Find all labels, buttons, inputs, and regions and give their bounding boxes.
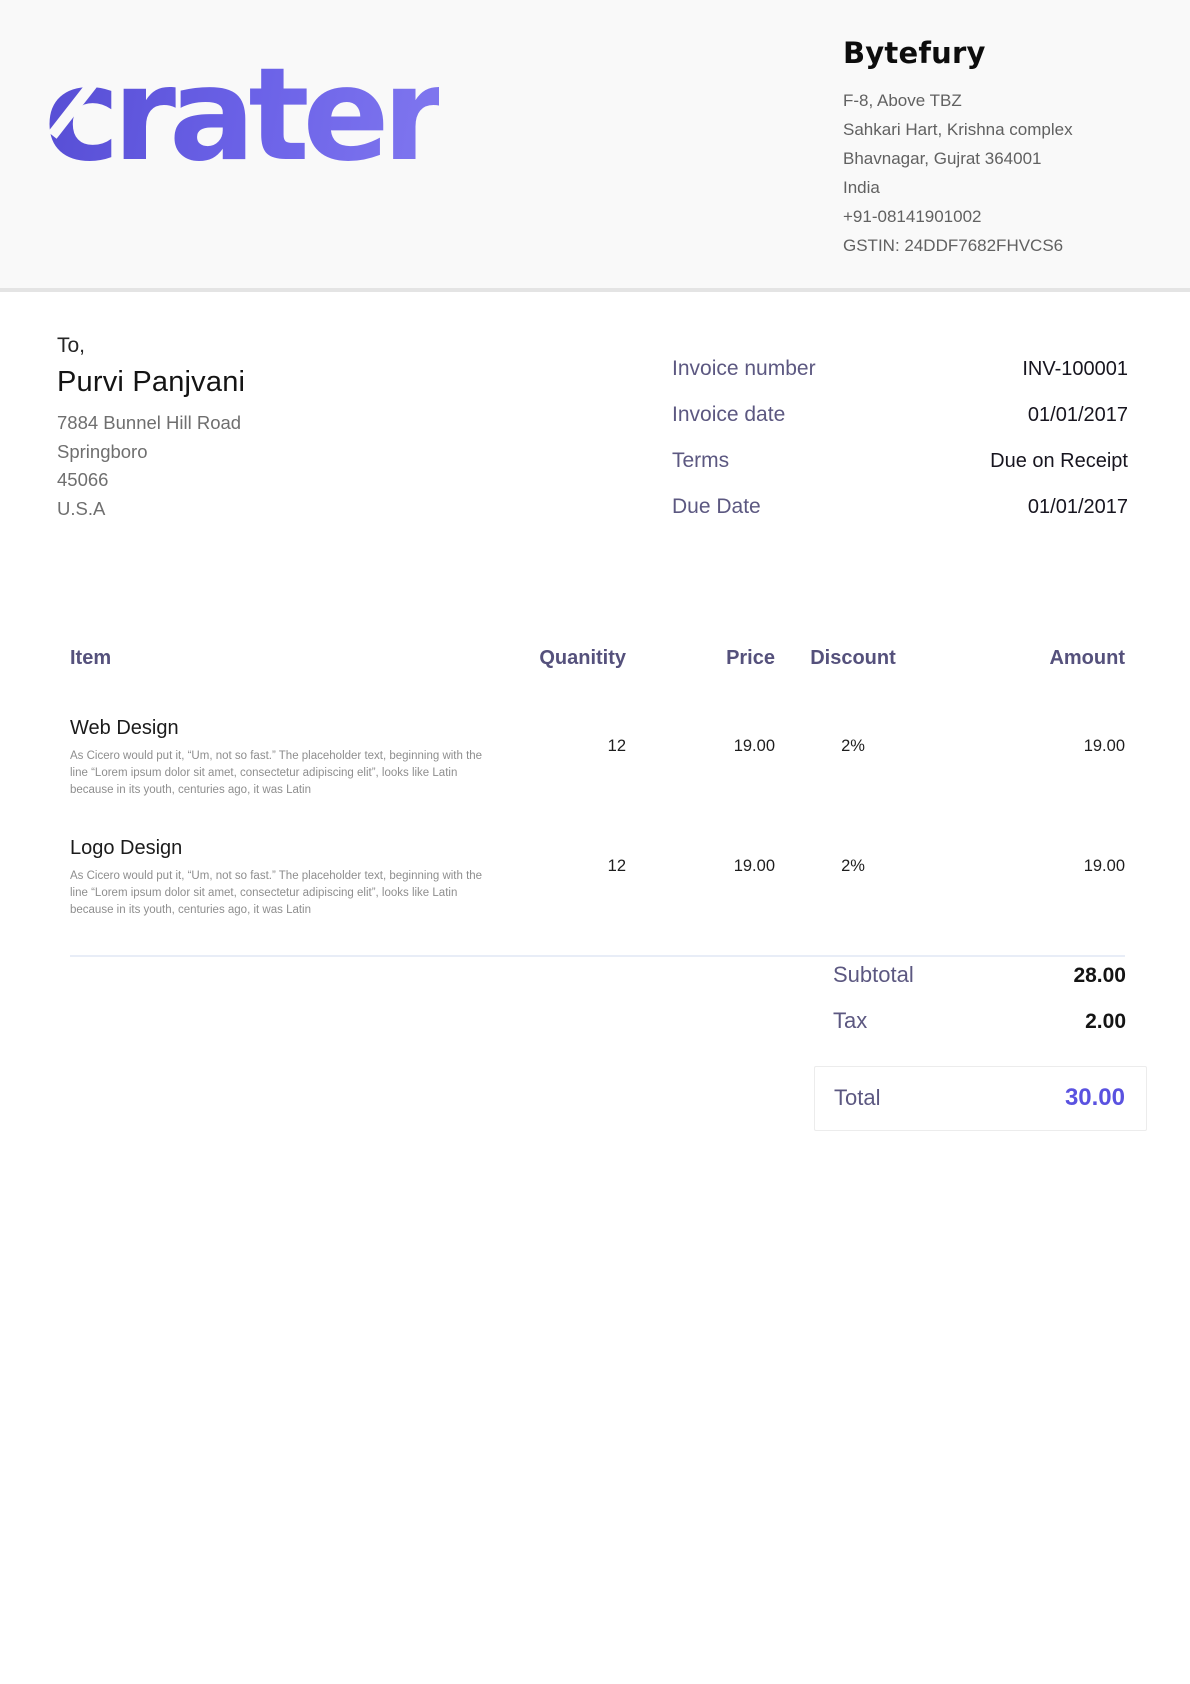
bill-to-label: To, — [57, 334, 245, 358]
terms-row: Terms Due on Receipt — [672, 448, 1128, 474]
item-quantity: 12 — [520, 715, 640, 756]
column-header-quantity: Quanitity — [520, 645, 640, 671]
item-price: 19.00 — [640, 715, 775, 756]
subtotal-row: Subtotal 28.00 — [814, 962, 1147, 989]
invoice-date-label: Invoice date — [672, 402, 785, 427]
item-amount: 19.00 — [965, 715, 1125, 756]
due-date-row: Due Date 01/01/2017 — [672, 494, 1128, 520]
subtotal-value: 28.00 — [1073, 963, 1126, 989]
items-bottom-divider — [70, 955, 1125, 957]
customer-address-line: 7884 Bunnel Hill Road — [57, 409, 245, 438]
customer-address: 7884 Bunnel Hill Road Springboro 45066 U… — [57, 409, 245, 523]
column-header-discount: Discount — [775, 645, 965, 671]
items-table-header: Item Quanitity Price Discount Amount — [70, 645, 1125, 671]
invoice-header-band: crater Bytefury F-8, Above TBZ Sahkari H… — [0, 0, 1190, 292]
invoice-date-row: Invoice date 01/01/2017 — [672, 402, 1128, 428]
terms-label: Terms — [672, 448, 729, 473]
column-header-price: Price — [640, 645, 775, 671]
item-cell: Logo Design As Cicero would put it, “Um,… — [70, 835, 520, 919]
item-discount: 2% — [775, 715, 965, 756]
company-phone: +91-08141901002 — [843, 202, 1173, 231]
subtotal-label: Subtotal — [833, 962, 914, 988]
due-date-value: 01/01/2017 — [1028, 495, 1128, 520]
item-quantity: 12 — [520, 835, 640, 876]
totals-section: Subtotal 28.00 Tax 2.00 Total 30.00 — [814, 962, 1147, 1131]
bill-to-section: To, Purvi Panjvani 7884 Bunnel Hill Road… — [57, 334, 245, 523]
item-name: Logo Design — [70, 835, 520, 861]
total-box: Total 30.00 — [814, 1066, 1147, 1131]
item-price: 19.00 — [640, 835, 775, 876]
company-gstin: GSTIN: 24DDF7682FHVCS6 — [843, 231, 1173, 260]
invoice-meta: Invoice number INV-100001 Invoice date 0… — [672, 356, 1128, 540]
table-row: Logo Design As Cicero would put it, “Um,… — [70, 835, 1125, 919]
item-name: Web Design — [70, 715, 520, 741]
table-row: Web Design As Cicero would put it, “Um, … — [70, 715, 1125, 799]
item-description: As Cicero would put it, “Um, not so fast… — [70, 868, 490, 919]
company-info: Bytefury F-8, Above TBZ Sahkari Hart, Kr… — [843, 36, 1173, 260]
column-header-item: Item — [70, 645, 520, 671]
terms-value: Due on Receipt — [990, 449, 1128, 474]
item-cell: Web Design As Cicero would put it, “Um, … — [70, 715, 520, 799]
customer-address-line: 45066 — [57, 466, 245, 495]
invoice-number-label: Invoice number — [672, 356, 816, 381]
column-header-amount: Amount — [965, 645, 1125, 671]
item-description: As Cicero would put it, “Um, not so fast… — [70, 748, 490, 799]
item-discount: 2% — [775, 835, 965, 876]
total-label: Total — [834, 1083, 880, 1113]
invoice-page: crater Bytefury F-8, Above TBZ Sahkari H… — [0, 0, 1190, 1684]
total-value: 30.00 — [1065, 1083, 1125, 1113]
tax-row: Tax 2.00 — [814, 1008, 1147, 1035]
customer-address-line: Springboro — [57, 438, 245, 467]
tax-value: 2.00 — [1085, 1009, 1126, 1035]
company-name: Bytefury — [843, 36, 1173, 70]
logo-slice-decoration — [453, 98, 492, 145]
due-date-label: Due Date — [672, 494, 761, 519]
company-address-line: Bhavnagar, Gujrat 364001 — [843, 144, 1173, 173]
company-address-line: India — [843, 173, 1173, 202]
customer-name: Purvi Panjvani — [57, 366, 245, 399]
company-address-line: F-8, Above TBZ — [843, 86, 1173, 115]
company-address-line: Sahkari Hart, Krishna complex — [843, 115, 1173, 144]
item-amount: 19.00 — [965, 835, 1125, 876]
invoice-date-value: 01/01/2017 — [1028, 403, 1128, 428]
customer-address-line: U.S.A — [57, 495, 245, 524]
tax-label: Tax — [833, 1008, 867, 1034]
invoice-number-value: INV-100001 — [1022, 357, 1128, 382]
items-table: Item Quanitity Price Discount Amount Web… — [70, 645, 1125, 957]
invoice-number-row: Invoice number INV-100001 — [672, 356, 1128, 382]
